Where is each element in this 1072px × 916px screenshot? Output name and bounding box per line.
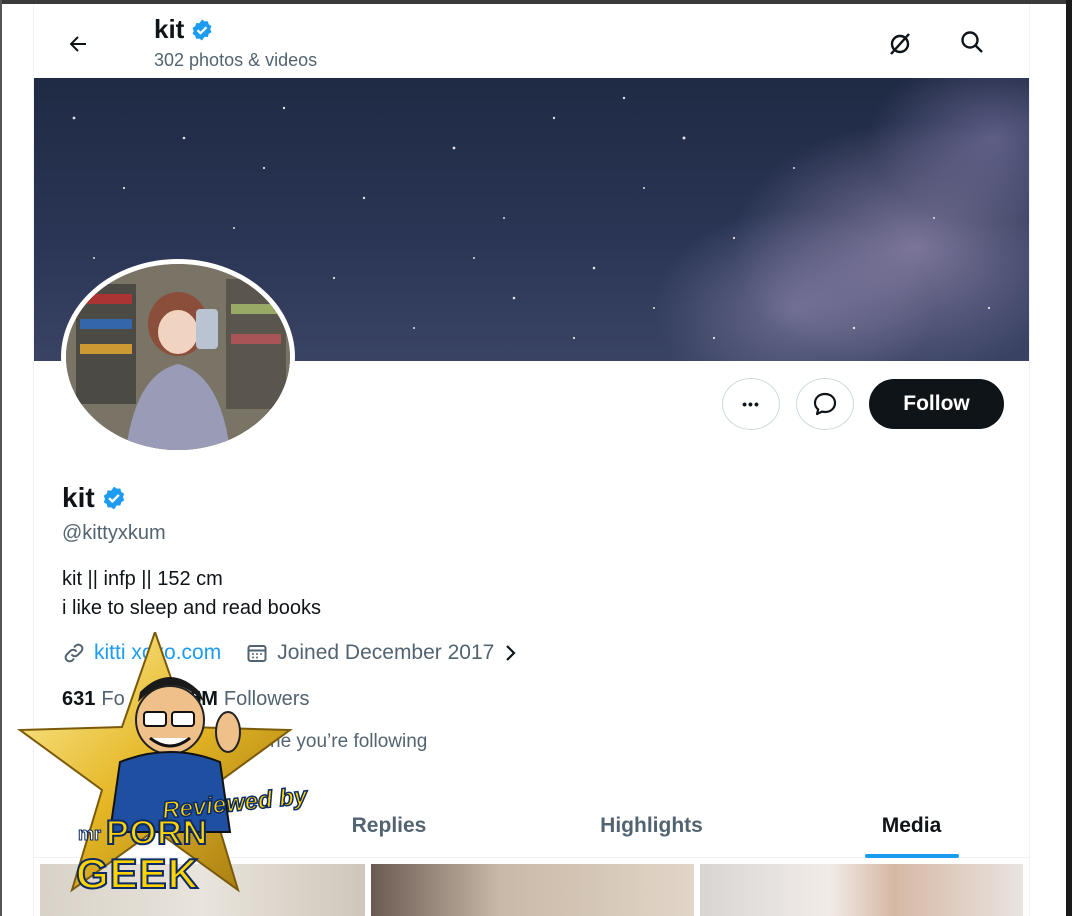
profile-joined-date: Joined December 2017 — [277, 641, 495, 664]
media-thumbnail[interactable] — [700, 864, 1023, 916]
profile-name: kit — [62, 482, 95, 513]
search-button[interactable] — [956, 26, 988, 58]
follow-button[interactable]: Follow — [869, 379, 1004, 429]
avatar-photo — [66, 264, 290, 450]
watermark-porn: PORN — [105, 813, 209, 853]
chevron-right-icon[interactable] — [502, 643, 520, 663]
mute-button[interactable] — [884, 28, 916, 60]
profile-header: kit 302 photos & videos — [34, 4, 1029, 78]
header-media-count: 302 photos & videos — [154, 50, 318, 70]
tab-replies-label: Replies — [351, 814, 427, 837]
tab-highlights[interactable]: Highlights — [554, 794, 749, 858]
tab-replies[interactable]: Replies — [304, 794, 474, 858]
chat-bubble-icon — [813, 392, 837, 416]
message-button[interactable] — [796, 378, 854, 430]
header-name: kit — [154, 14, 185, 44]
arrow-left-icon — [69, 36, 86, 52]
back-button[interactable] — [62, 28, 94, 60]
eye-slash-icon — [890, 33, 910, 55]
tab-media[interactable]: Media — [834, 794, 989, 858]
watermark-geek: GEEK — [75, 849, 200, 898]
media-thumbnail[interactable] — [371, 864, 694, 916]
watermark-mr: mr — [77, 824, 102, 845]
profile-bio-line1: kit || infp || 152 cm — [62, 568, 223, 590]
window-right-edge — [1066, 0, 1072, 916]
profile-name-row: kit — [62, 482, 127, 514]
reviewer-watermark-logo: Reviewed by mr PORN GEEK — [10, 628, 309, 902]
tab-highlights-label: Highlights — [600, 814, 703, 837]
profile-handle: @kittyxkum — [62, 522, 166, 544]
verified-badge-icon — [103, 486, 124, 510]
profile-bio-line2: i like to sleep and read books — [62, 597, 322, 619]
active-tab-indicator — [864, 854, 959, 858]
tab-media-label: Media — [881, 814, 942, 837]
window-left-edge — [0, 0, 2, 916]
verified-badge-icon — [192, 19, 212, 40]
header-name-row: kit — [154, 14, 214, 45]
profile-avatar[interactable] — [61, 259, 295, 455]
more-options-button[interactable]: ••• — [722, 378, 780, 430]
search-icon — [961, 31, 983, 53]
more-icon: ••• — [742, 396, 760, 412]
